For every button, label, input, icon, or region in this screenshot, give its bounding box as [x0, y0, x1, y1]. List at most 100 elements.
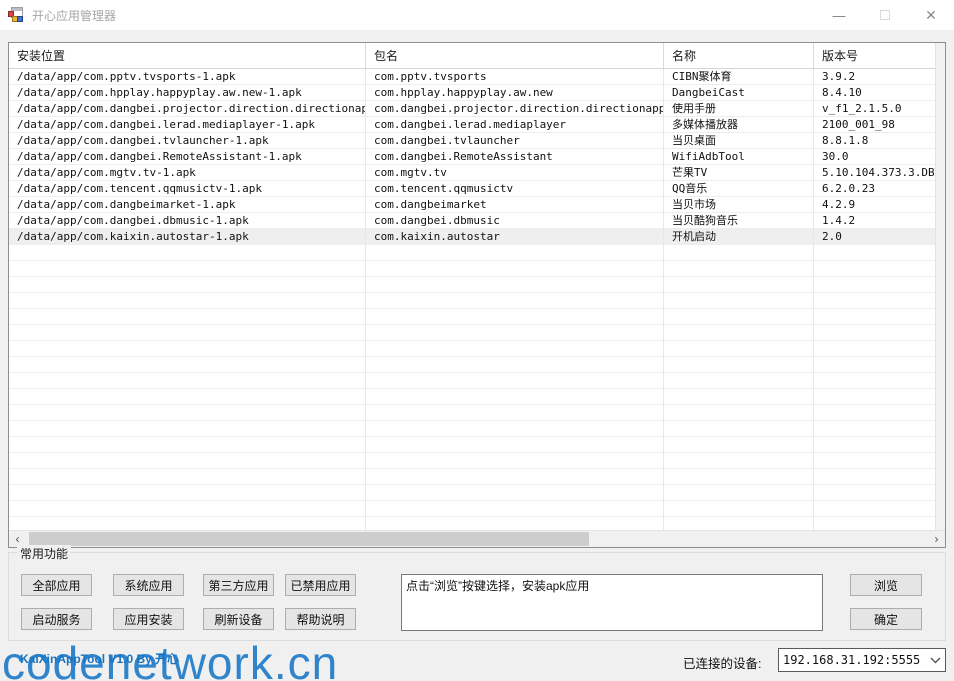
table-cell-package	[366, 309, 664, 325]
table-cell-package	[366, 357, 664, 373]
table-cell-name	[664, 437, 814, 453]
table-cell-package	[366, 341, 664, 357]
horizontal-scrollbar-thumb[interactable]	[29, 532, 589, 546]
table-cell-version	[814, 485, 935, 501]
table-cell-location: /data/app/com.dangbei.projector.directio…	[9, 101, 366, 117]
connected-device-label: 已连接的设备:	[683, 657, 762, 671]
device-combobox[interactable]: 192.168.31.192:5555	[778, 648, 946, 672]
table-cell-version	[814, 341, 935, 357]
refresh-device-button[interactable]: 刷新设备	[203, 608, 274, 630]
table-row[interactable]: /data/app/com.hpplay.happyplay.aw.new-1.…	[9, 85, 935, 101]
table-cell-version	[814, 261, 935, 277]
start-service-button[interactable]: 启动服务	[21, 608, 92, 630]
column-header-name[interactable]: 名称	[664, 43, 814, 68]
table-row-empty	[9, 325, 935, 341]
table-row-empty	[9, 453, 935, 469]
table-cell-package: com.dangbei.tvlauncher	[366, 133, 664, 149]
column-header-package[interactable]: 包名	[366, 43, 664, 68]
table-row[interactable]: /data/app/com.dangbei.dbmusic-1.apk com.d…	[9, 213, 935, 229]
table-cell-location	[9, 405, 366, 421]
third-party-apps-button[interactable]: 第三方应用	[203, 574, 274, 596]
table-cell-location	[9, 357, 366, 373]
table-cell-package	[366, 373, 664, 389]
table-cell-name	[664, 293, 814, 309]
chevron-down-icon[interactable]	[925, 657, 945, 664]
table-cell-package	[366, 501, 664, 517]
table-cell-package	[366, 245, 664, 261]
table-cell-version: v_f1_2.1.5.0	[814, 101, 935, 117]
table-cell-name	[664, 389, 814, 405]
table-cell-location	[9, 469, 366, 485]
table-cell-package	[366, 485, 664, 501]
table-cell-version	[814, 373, 935, 389]
maximize-button[interactable]	[862, 0, 908, 30]
table-cell-version: 1.4.2	[814, 213, 935, 229]
vertical-scrollbar[interactable]	[935, 43, 945, 530]
table-cell-version	[814, 469, 935, 485]
horizontal-scrollbar[interactable]: ‹ ›	[9, 530, 945, 547]
table-row[interactable]: /data/app/com.dangbei.projector.directio…	[9, 101, 935, 117]
table-cell-location	[9, 517, 366, 530]
table-cell-version: 8.8.1.8	[814, 133, 935, 149]
table-cell-name	[664, 405, 814, 421]
confirm-button[interactable]: 确定	[850, 608, 922, 630]
column-header-install-location[interactable]: 安装位置	[9, 43, 366, 68]
table-cell-package	[366, 421, 664, 437]
table-row-empty	[9, 485, 935, 501]
minimize-button[interactable]: —	[816, 0, 862, 30]
table-cell-location	[9, 389, 366, 405]
window-title: 开心应用管理器	[32, 8, 117, 23]
table-row[interactable]: /data/app/com.dangbei.RemoteAssistant-1.…	[9, 149, 935, 165]
table-cell-name: 当贝酷狗音乐	[664, 213, 814, 229]
table-row[interactable]: /data/app/com.pptv.tvsports-1.apk com.ppt…	[9, 69, 935, 85]
table-cell-version	[814, 309, 935, 325]
table-cell-name	[664, 501, 814, 517]
table-cell-package: com.dangbei.dbmusic	[366, 213, 664, 229]
table-cell-package	[366, 453, 664, 469]
table-cell-location: /data/app/com.mgtv.tv-1.apk	[9, 165, 366, 181]
table-row[interactable]: /data/app/com.dangbei.lerad.mediaplayer-…	[9, 117, 935, 133]
table-cell-package: com.dangbeimarket	[366, 197, 664, 213]
table-cell-name	[664, 277, 814, 293]
table-cell-location: /data/app/com.kaixin.autostar-1.apk	[9, 229, 366, 245]
disabled-apps-button[interactable]: 已禁用应用	[285, 574, 356, 596]
table-cell-package	[366, 325, 664, 341]
table-row-empty	[9, 389, 935, 405]
table-row-empty	[9, 309, 935, 325]
table-cell-name	[664, 309, 814, 325]
table-cell-package	[366, 389, 664, 405]
table-cell-location	[9, 293, 366, 309]
system-apps-button[interactable]: 系统应用	[113, 574, 184, 596]
table-cell-version	[814, 325, 935, 341]
app-install-button[interactable]: 应用安装	[113, 608, 184, 630]
table-row[interactable]: /data/app/com.tencent.qqmusictv-1.apk com…	[9, 181, 935, 197]
table-cell-package	[366, 517, 664, 530]
table-row[interactable]: /data/app/com.kaixin.autostar-1.apk com.k…	[9, 229, 935, 245]
table-body: /data/app/com.pptv.tvsports-1.apk com.ppt…	[9, 69, 935, 530]
window-title-bar[interactable]: 开心应用管理器 — ✕	[0, 0, 954, 30]
table-cell-package: com.dangbei.RemoteAssistant	[366, 149, 664, 165]
browse-button[interactable]: 浏览	[850, 574, 922, 596]
table-cell-version: 6.2.0.23	[814, 181, 935, 197]
table-row[interactable]: /data/app/com.dangbei.tvlauncher-1.apk co…	[9, 133, 935, 149]
scroll-right-icon[interactable]: ›	[928, 531, 945, 547]
table-cell-version	[814, 245, 935, 261]
close-button[interactable]: ✕	[908, 0, 954, 30]
table-cell-version	[814, 389, 935, 405]
table-cell-version: 2.0	[814, 229, 935, 245]
table-cell-version	[814, 357, 935, 373]
table-row[interactable]: /data/app/com.dangbeimarket-1.apk com.dan…	[9, 197, 935, 213]
column-header-version[interactable]: 版本号	[814, 43, 935, 68]
table-cell-package	[366, 469, 664, 485]
help-button[interactable]: 帮助说明	[285, 608, 356, 630]
all-apps-button[interactable]: 全部应用	[21, 574, 92, 596]
table-cell-location	[9, 485, 366, 501]
table-cell-name	[664, 261, 814, 277]
table-row[interactable]: /data/app/com.mgtv.tv-1.apk com.mgtv.tv 芒果…	[9, 165, 935, 181]
table-cell-location	[9, 245, 366, 261]
table-cell-location: /data/app/com.dangbei.RemoteAssistant-1.…	[9, 149, 366, 165]
table-cell-name: WifiAdbTool	[664, 149, 814, 165]
table-cell-location	[9, 309, 366, 325]
apk-path-textbox[interactable]: 点击“浏览”按键选择，安装apk应用	[401, 574, 823, 631]
table-cell-name: 芒果TV	[664, 165, 814, 181]
